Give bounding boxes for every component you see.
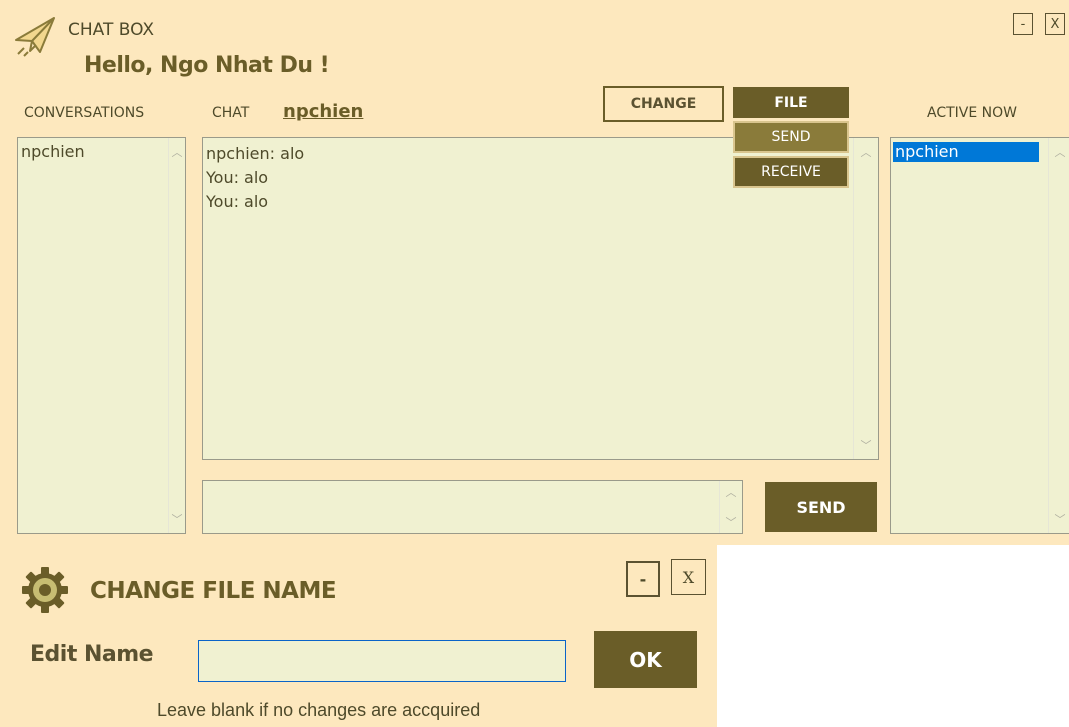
app-title: CHAT BOX	[68, 20, 155, 40]
dialog-minimize-button[interactable]: -	[626, 561, 660, 597]
dialog-title: CHANGE FILE NAME	[90, 578, 337, 604]
gear-icon	[22, 567, 68, 613]
conversations-list[interactable]: npchien ︿ ﹀	[17, 137, 186, 534]
scroll-up-icon[interactable]: ︿	[720, 484, 742, 500]
active-now-label: ACTIVE NOW	[927, 105, 1017, 121]
chat-window: CHAT BOX Hello, Ngo Nhat Du ! - X CONVER…	[0, 0, 1069, 545]
hint-text: Leave blank if no changes are accquired	[157, 700, 481, 720]
active-user-item[interactable]: npchien	[893, 142, 1039, 162]
conversation-item[interactable]: npchien	[18, 138, 185, 162]
chat-label: CHAT	[212, 105, 250, 121]
conversations-label: CONVERSATIONS	[24, 105, 145, 121]
message-input[interactable]: ︿ ﹀	[202, 480, 743, 534]
message: You: alo	[206, 192, 269, 211]
chat-scrollbar[interactable]: ︿ ﹀	[853, 138, 878, 459]
input-scrollbar[interactable]: ︿ ﹀	[719, 481, 742, 533]
active-scrollbar[interactable]: ︿ ﹀	[1048, 138, 1069, 533]
chat-partner-name: npchien	[283, 101, 364, 122]
scroll-up-icon[interactable]: ︿	[169, 144, 185, 160]
scroll-up-icon[interactable]: ︿	[1049, 144, 1069, 160]
change-file-name-dialog: CHANGE FILE NAME - X Edit Name OK Leave …	[0, 545, 717, 727]
file-send-menu-item[interactable]: SEND	[733, 121, 849, 153]
edit-name-label: Edit Name	[30, 642, 154, 667]
ok-button[interactable]: OK	[594, 631, 697, 688]
scroll-down-icon[interactable]: ﹀	[1049, 511, 1069, 527]
edit-name-input[interactable]	[198, 640, 566, 682]
conversations-scrollbar[interactable]: ︿ ﹀	[168, 138, 185, 533]
change-button[interactable]: CHANGE	[603, 86, 724, 122]
scroll-down-icon[interactable]: ﹀	[854, 437, 878, 453]
minimize-button[interactable]: -	[1013, 13, 1033, 35]
active-users-list[interactable]: npchien ︿ ﹀	[890, 137, 1069, 534]
close-button[interactable]: X	[1045, 13, 1065, 35]
paper-plane-icon	[15, 17, 55, 57]
file-button[interactable]: FILE	[733, 87, 849, 118]
scroll-down-icon[interactable]: ﹀	[720, 514, 742, 530]
dialog-close-button[interactable]: X	[671, 559, 706, 595]
send-button[interactable]: SEND	[765, 482, 877, 532]
file-receive-menu-item[interactable]: RECEIVE	[733, 156, 849, 188]
scroll-down-icon[interactable]: ﹀	[169, 511, 185, 527]
greeting: Hello, Ngo Nhat Du !	[84, 53, 330, 78]
scroll-up-icon[interactable]: ︿	[854, 144, 878, 160]
